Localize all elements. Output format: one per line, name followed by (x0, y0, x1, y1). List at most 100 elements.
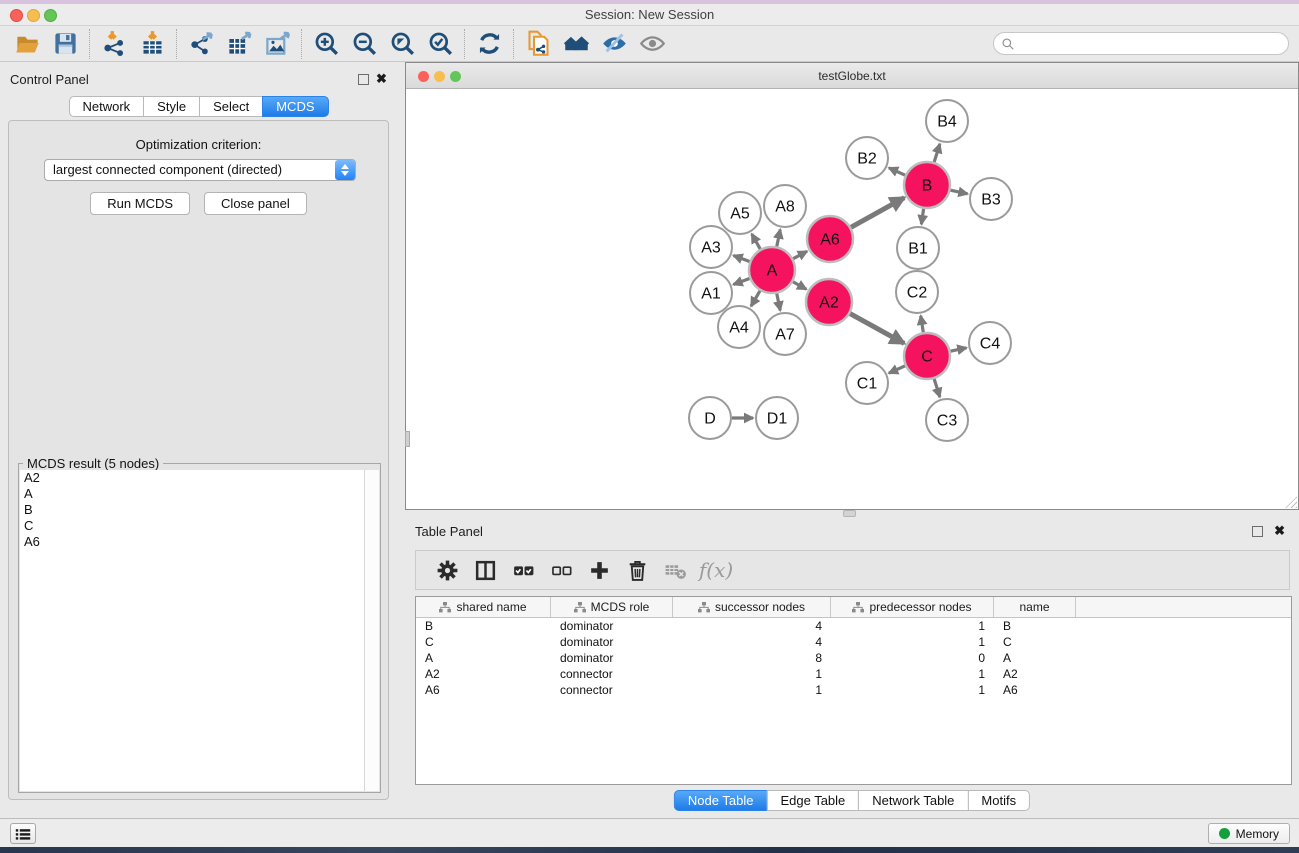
tab-network-table[interactable]: Network Table (858, 790, 968, 811)
tab-edge-table[interactable]: Edge Table (766, 790, 859, 811)
search-field[interactable] (993, 32, 1289, 55)
table-row[interactable]: Cdominator41C (416, 634, 1291, 650)
graph-node-A8[interactable]: A8 (764, 185, 806, 227)
edge-A-A6[interactable] (793, 251, 807, 258)
table-row[interactable]: A6connector11A6 (416, 682, 1291, 698)
close-panel-icon[interactable]: ✖ (376, 72, 387, 86)
graph-node-A3[interactable]: A3 (690, 226, 732, 268)
open-session-button[interactable] (8, 29, 46, 59)
tab-node-table[interactable]: Node Table (674, 790, 768, 811)
add-column-button[interactable] (580, 554, 618, 586)
network-window-titlebar[interactable]: testGlobe.txt (406, 63, 1298, 89)
graph-node-C2[interactable]: C2 (896, 271, 938, 313)
table-row[interactable]: A2connector11A2 (416, 666, 1291, 682)
edge-C-C2[interactable] (921, 316, 924, 333)
save-session-button[interactable] (46, 29, 84, 59)
panel-grab-handle[interactable] (405, 431, 410, 447)
show-panels-button[interactable] (10, 823, 36, 844)
graph-node-A6[interactable]: A6 (807, 216, 853, 262)
memory-button[interactable]: Memory (1208, 823, 1290, 844)
graph-node-D1[interactable]: D1 (756, 397, 798, 439)
tab-style[interactable]: Style (143, 96, 200, 117)
network-canvas[interactable]: B4B2BB3A8A5A6A3B1AC2A1A2A4A7C4CC1DD1C3 (407, 89, 1297, 508)
edge-A6-B[interactable] (851, 198, 904, 228)
zoom-in-button[interactable] (307, 29, 345, 59)
graph-node-C1[interactable]: C1 (846, 362, 888, 404)
search-input[interactable] (1015, 35, 1288, 53)
mcds-result-item[interactable]: A (20, 486, 364, 502)
column-view-button[interactable] (466, 554, 504, 586)
edge-C-C3[interactable] (934, 379, 940, 397)
column-header-name[interactable]: name (994, 597, 1076, 617)
column-header-MCDS-role[interactable]: MCDS role (551, 597, 673, 617)
table-float-panel-icon[interactable] (1252, 526, 1263, 537)
mcds-result-item[interactable]: A6 (20, 534, 364, 550)
mcds-result-item[interactable]: C (20, 518, 364, 534)
edge-B-B3[interactable] (950, 190, 967, 194)
first-neighbors-button[interactable] (557, 29, 595, 59)
graph-node-A[interactable]: A (749, 247, 795, 293)
hide-selected-button[interactable] (595, 29, 633, 59)
splitter-handle[interactable] (843, 510, 856, 517)
edge-A-A3[interactable] (733, 255, 749, 261)
column-header-shared-name[interactable]: shared name (416, 597, 551, 617)
resize-grip-icon[interactable] (1285, 496, 1297, 508)
zoom-selected-button[interactable] (421, 29, 459, 59)
graph-node-C4[interactable]: C4 (969, 322, 1011, 364)
graph-node-B[interactable]: B (904, 162, 950, 208)
delete-column-button[interactable] (618, 554, 656, 586)
edge-A2-C[interactable] (850, 314, 904, 344)
edge-A-A4[interactable] (751, 291, 760, 306)
mcds-result-item[interactable]: A2 (20, 470, 364, 486)
graph-node-A1[interactable]: A1 (690, 272, 732, 314)
close-panel-button[interactable]: Close panel (204, 192, 307, 215)
graph-node-B3[interactable]: B3 (970, 178, 1012, 220)
edge-A-A7[interactable] (777, 294, 780, 311)
graph-node-B1[interactable]: B1 (897, 227, 939, 269)
float-panel-icon[interactable] (358, 74, 369, 85)
export-network-button[interactable] (182, 29, 220, 59)
settings-button[interactable] (428, 554, 466, 586)
tab-motifs[interactable]: Motifs (967, 790, 1030, 811)
export-image-button[interactable] (258, 29, 296, 59)
select-all-button[interactable] (504, 554, 542, 586)
table-row[interactable]: Adominator80A (416, 650, 1291, 666)
mcds-result-scrollbar[interactable] (364, 470, 379, 791)
graph-node-C3[interactable]: C3 (926, 399, 968, 441)
edge-A-A8[interactable] (777, 230, 780, 247)
table-close-panel-icon[interactable]: ✖ (1274, 524, 1285, 538)
new-network-from-selection-button[interactable] (519, 29, 557, 59)
mcds-result-list[interactable]: A2ABCA6 (20, 470, 364, 791)
edge-C-C1[interactable] (889, 366, 905, 373)
tab-mcds[interactable]: MCDS (262, 96, 328, 117)
column-header-successor-nodes[interactable]: successor nodes (673, 597, 831, 617)
edge-C-C4[interactable] (951, 348, 967, 351)
column-header-predecessor-nodes[interactable]: predecessor nodes (831, 597, 994, 617)
mcds-result-item[interactable]: B (20, 502, 364, 518)
show-all-button[interactable] (633, 29, 671, 59)
graph-node-C[interactable]: C (904, 333, 950, 379)
graph-node-B2[interactable]: B2 (846, 137, 888, 179)
graph-node-D[interactable]: D (689, 397, 731, 439)
graph-node-A4[interactable]: A4 (718, 306, 760, 348)
zoom-fit-button[interactable] (383, 29, 421, 59)
graph-node-A7[interactable]: A7 (764, 313, 806, 355)
export-table-button[interactable] (220, 29, 258, 59)
edge-B-B4[interactable] (934, 144, 940, 162)
import-table-button[interactable] (133, 29, 171, 59)
table-row[interactable]: Bdominator41B (416, 618, 1291, 634)
tab-select[interactable]: Select (199, 96, 263, 117)
tab-network[interactable]: Network (68, 96, 144, 117)
edge-A-A1[interactable] (733, 278, 749, 284)
refresh-layout-button[interactable] (470, 29, 508, 59)
edge-B-B1[interactable] (921, 209, 923, 224)
edge-A-A2[interactable] (793, 282, 806, 290)
edge-B-B2[interactable] (889, 168, 905, 175)
run-mcds-button[interactable]: Run MCDS (90, 192, 190, 215)
criterion-select[interactable]: largest connected component (directed) (44, 159, 356, 181)
edge-A-A5[interactable] (752, 234, 761, 249)
import-network-button[interactable] (95, 29, 133, 59)
deselect-all-button[interactable] (542, 554, 580, 586)
zoom-out-button[interactable] (345, 29, 383, 59)
graph-node-A5[interactable]: A5 (719, 192, 761, 234)
